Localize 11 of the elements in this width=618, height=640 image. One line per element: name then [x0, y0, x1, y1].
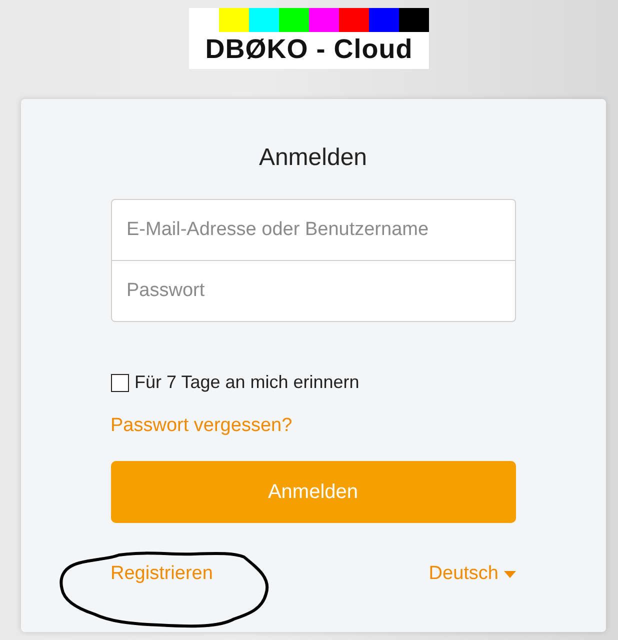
- username-input[interactable]: E-Mail-Adresse oder Benutzername: [112, 200, 514, 260]
- password-input[interactable]: Passwort: [112, 261, 514, 321]
- language-dropdown[interactable]: Deutsch: [428, 563, 516, 585]
- remember-label: Für 7 Tage an mich erinnern: [134, 372, 360, 393]
- forgot-password-link[interactable]: Passwort vergessen?: [110, 415, 292, 437]
- logo-text: DBØKO - Cloud: [205, 33, 413, 66]
- login-button[interactable]: Anmelden: [110, 461, 516, 523]
- remember-checkbox[interactable]: [110, 374, 128, 392]
- login-title: Anmelden: [258, 143, 368, 173]
- caret-icon: [504, 570, 516, 578]
- register-link[interactable]: Registrieren: [110, 563, 213, 585]
